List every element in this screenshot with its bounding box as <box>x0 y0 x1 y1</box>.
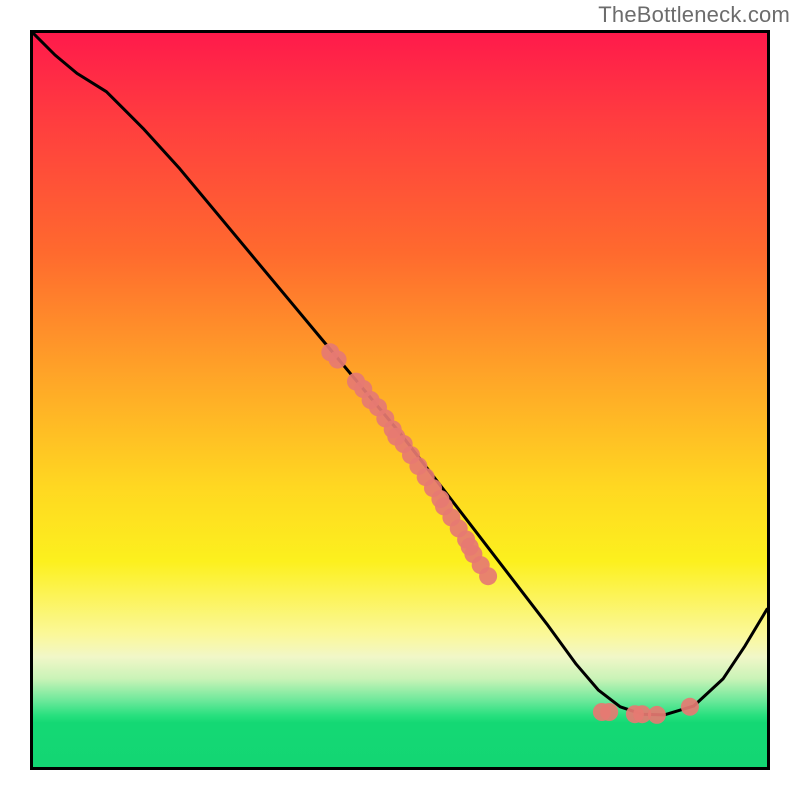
data-marker <box>648 706 666 724</box>
watermark-text: TheBottleneck.com <box>598 2 790 28</box>
bottleneck-curve <box>33 33 767 715</box>
plot-area <box>30 30 770 770</box>
chart-svg <box>33 33 767 767</box>
data-marker <box>600 703 618 721</box>
data-marker <box>479 567 497 585</box>
data-marker <box>681 698 699 716</box>
chart-stage: TheBottleneck.com <box>0 0 800 800</box>
marker-group <box>321 343 699 724</box>
data-marker <box>329 351 347 369</box>
